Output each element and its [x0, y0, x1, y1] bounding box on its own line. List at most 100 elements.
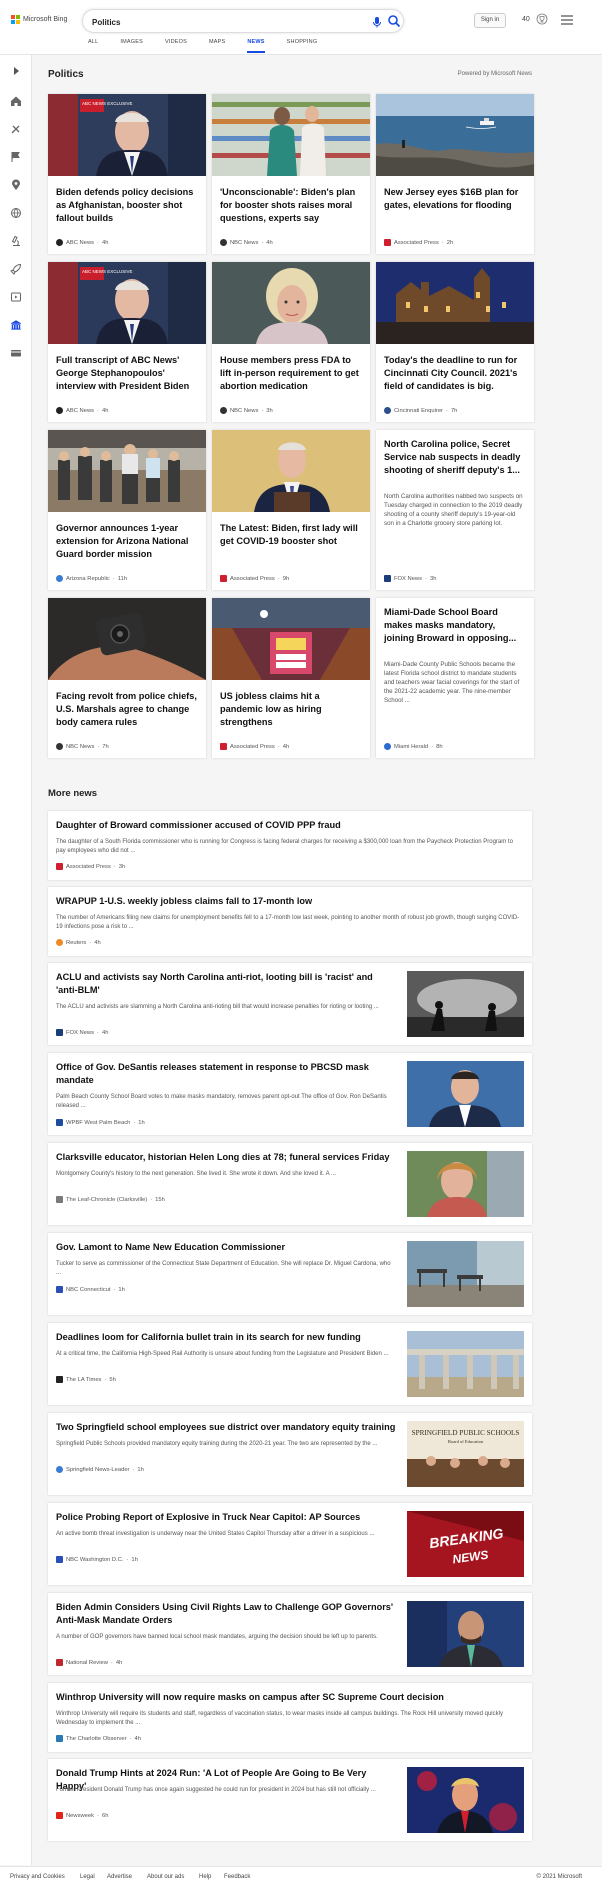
news-card[interactable]: ABC NEWS EXCLUSIVE Biden defends policy …: [48, 94, 206, 254]
news-card[interactable]: The Latest: Biden, first lady will get C…: [212, 430, 370, 590]
news-card[interactable]: ABC NEWS EXCLUSIVE Full transcript of AB…: [48, 262, 206, 422]
thumbnail-text: SPRINGFIELD PUBLIC SCHOOLS: [412, 1429, 520, 1437]
news-card[interactable]: Governor announces 1-year extension for …: [48, 430, 206, 590]
sign-in-button[interactable]: Sign in: [474, 13, 506, 28]
news-row-source: National Review · 4h: [56, 1659, 122, 1666]
search-input[interactable]: [92, 15, 362, 29]
news-card[interactable]: US jobless claims hit a pandemic low as …: [212, 598, 370, 758]
card-title: The Latest: Biden, first lady will get C…: [220, 523, 358, 546]
news-row-source: The Leaf-Chronicle (Clarksville) · 15h: [56, 1196, 165, 1203]
news-row-thumbnail: [407, 1241, 524, 1307]
rewards-points[interactable]: 40: [522, 16, 530, 23]
news-row[interactable]: Winthrop University will now require mas…: [48, 1683, 532, 1752]
tab-all[interactable]: ALL: [88, 39, 98, 53]
card-snippet: Miami-Dade County Public Schools became …: [384, 661, 520, 704]
news-row-title: ACLU and activists say North Carolina an…: [56, 972, 373, 995]
news-card[interactable]: 'Unconscionable': Biden's plan for boost…: [212, 94, 370, 254]
card-source: FOX News · 3h: [384, 575, 436, 582]
news-row[interactable]: Office of Gov. DeSantis releases stateme…: [48, 1053, 532, 1135]
news-card-text[interactable]: North Carolina police, Secret Service na…: [376, 430, 534, 590]
news-row[interactable]: ACLU and activists say North Carolina an…: [48, 963, 532, 1045]
footer-link-advertise[interactable]: Advertise: [107, 1874, 132, 1880]
search-icon[interactable]: [387, 14, 401, 28]
thumbnail-subtext: Board of Education: [448, 1439, 484, 1444]
associated-press-icon: [56, 863, 63, 870]
card-image: [212, 262, 370, 344]
footer-link-feedback[interactable]: Feedback: [224, 1874, 250, 1880]
news-row-snippet: At a critical time, the California High-…: [56, 1351, 389, 1357]
tab-videos[interactable]: VIDEOS: [165, 39, 187, 53]
news-card[interactable]: New Jersey eyes $16B plan for gates, ele…: [376, 94, 534, 254]
card-source: NBC News · 7h: [56, 743, 109, 750]
news-card[interactable]: Facing revolt from police chiefs, U.S. M…: [48, 598, 206, 758]
card-source: Associated Press · 2h: [384, 239, 453, 246]
news-row[interactable]: Deadlines loom for California bullet tra…: [48, 1323, 532, 1405]
expand-arrow-icon[interactable]: [10, 65, 22, 77]
tab-images[interactable]: IMAGES: [120, 39, 143, 53]
news-card[interactable]: House members press FDA to lift in-perso…: [212, 262, 370, 422]
news-row[interactable]: Police Probing Report of Explosive in Tr…: [48, 1503, 532, 1585]
bing-logo[interactable]: Microsoft Bing: [11, 15, 67, 24]
news-row[interactable]: Gov. Lamont to Name New Education Commis…: [48, 1233, 532, 1315]
card-image: [212, 94, 370, 176]
card-source: NBC News · 3h: [220, 407, 273, 414]
footer-link-about-ads[interactable]: About our ads: [147, 1874, 184, 1880]
footer-link-privacy[interactable]: Privacy and Cookies: [10, 1874, 65, 1880]
location-pin-icon[interactable]: [10, 179, 22, 191]
tab-shopping[interactable]: SHOPPING: [287, 39, 318, 53]
hamburger-menu-icon[interactable]: [561, 15, 573, 25]
news-row-source: Springfield News-Leader · 1h: [56, 1466, 144, 1473]
news-row[interactable]: Daughter of Broward commissioner accused…: [48, 811, 532, 880]
footer: Privacy and Cookies Legal Advertise Abou…: [0, 1866, 602, 1889]
card-badge: ABC NEWS EXCLUSIVE: [82, 269, 133, 274]
nbc-news-icon: [220, 407, 227, 414]
section-title: Politics: [48, 69, 84, 80]
wpbf-icon: [56, 1119, 63, 1126]
card-image: [376, 94, 534, 176]
news-row-source: NBC Connecticut · 1h: [56, 1286, 125, 1293]
rocket-icon[interactable]: [10, 263, 22, 275]
card-source: ABC News · 4h: [56, 239, 108, 246]
tab-news[interactable]: NEWS: [247, 39, 265, 53]
news-row-snippet: Springfield Public Schools provided mand…: [56, 1441, 378, 1447]
news-row[interactable]: Biden Admin Considers Using Civil Rights…: [48, 1593, 532, 1675]
flag-icon[interactable]: [10, 151, 22, 163]
card-image: [48, 598, 206, 680]
search-tabs: ALL IMAGES VIDEOS MAPS NEWS SHOPPING: [88, 39, 339, 53]
news-row[interactable]: Clarksville educator, historian Helen Lo…: [48, 1143, 532, 1225]
news-row[interactable]: Donald Trump Hints at 2024 Run: 'A Lot o…: [48, 1759, 532, 1841]
associated-press-icon: [220, 743, 227, 750]
tab-maps[interactable]: MAPS: [209, 39, 225, 53]
card-title: Governor announces 1-year extension for …: [56, 523, 189, 559]
news-row-source: WPBF West Palm Beach · 1h: [56, 1119, 145, 1126]
news-row-snippet: Tucker to serve as commissioner of the C…: [56, 1261, 391, 1276]
news-row[interactable]: Two Springfield school employees sue dis…: [48, 1413, 532, 1495]
news-row[interactable]: WRAPUP 1-U.S. weekly jobless claims fall…: [48, 887, 532, 956]
news-row-source: Reuters · 4h: [56, 939, 101, 946]
microscope-icon[interactable]: [10, 235, 22, 247]
card-badge: ABC NEWS EXCLUSIVE: [82, 101, 133, 106]
news-row-snippet: Former President Donald Trump has once a…: [56, 1787, 376, 1793]
politics-building-icon[interactable]: [10, 319, 22, 331]
nbc-connecticut-icon: [56, 1286, 63, 1293]
nbc-news-icon: [220, 239, 227, 246]
tools-icon[interactable]: [10, 123, 22, 135]
money-icon[interactable]: [10, 347, 22, 359]
footer-link-help[interactable]: Help: [199, 1874, 211, 1880]
footer-link-legal[interactable]: Legal: [80, 1874, 95, 1880]
globe-icon[interactable]: [10, 207, 22, 219]
news-card-text[interactable]: Miami-Dade School Board makes masks mand…: [376, 598, 534, 758]
card-title: 'Unconscionable': Biden's plan for boost…: [220, 187, 356, 223]
news-row-thumbnail: BREAKINGNEWS: [407, 1511, 524, 1577]
la-times-icon: [56, 1376, 63, 1383]
microphone-icon[interactable]: [370, 15, 384, 29]
rewards-trophy-icon[interactable]: [536, 13, 548, 25]
film-icon[interactable]: [10, 291, 22, 303]
home-icon[interactable]: [10, 95, 22, 107]
card-title: Full transcript of ABC News' George Step…: [56, 355, 190, 391]
microsoft-logo-icon: [11, 15, 20, 24]
card-title: House members press FDA to lift in-perso…: [220, 355, 359, 391]
card-source: Arizona Republic · 11h: [56, 575, 127, 582]
news-card[interactable]: Today's the deadline to run for Cincinna…: [376, 262, 534, 422]
news-row-title: Deadlines loom for California bullet tra…: [56, 1332, 361, 1342]
